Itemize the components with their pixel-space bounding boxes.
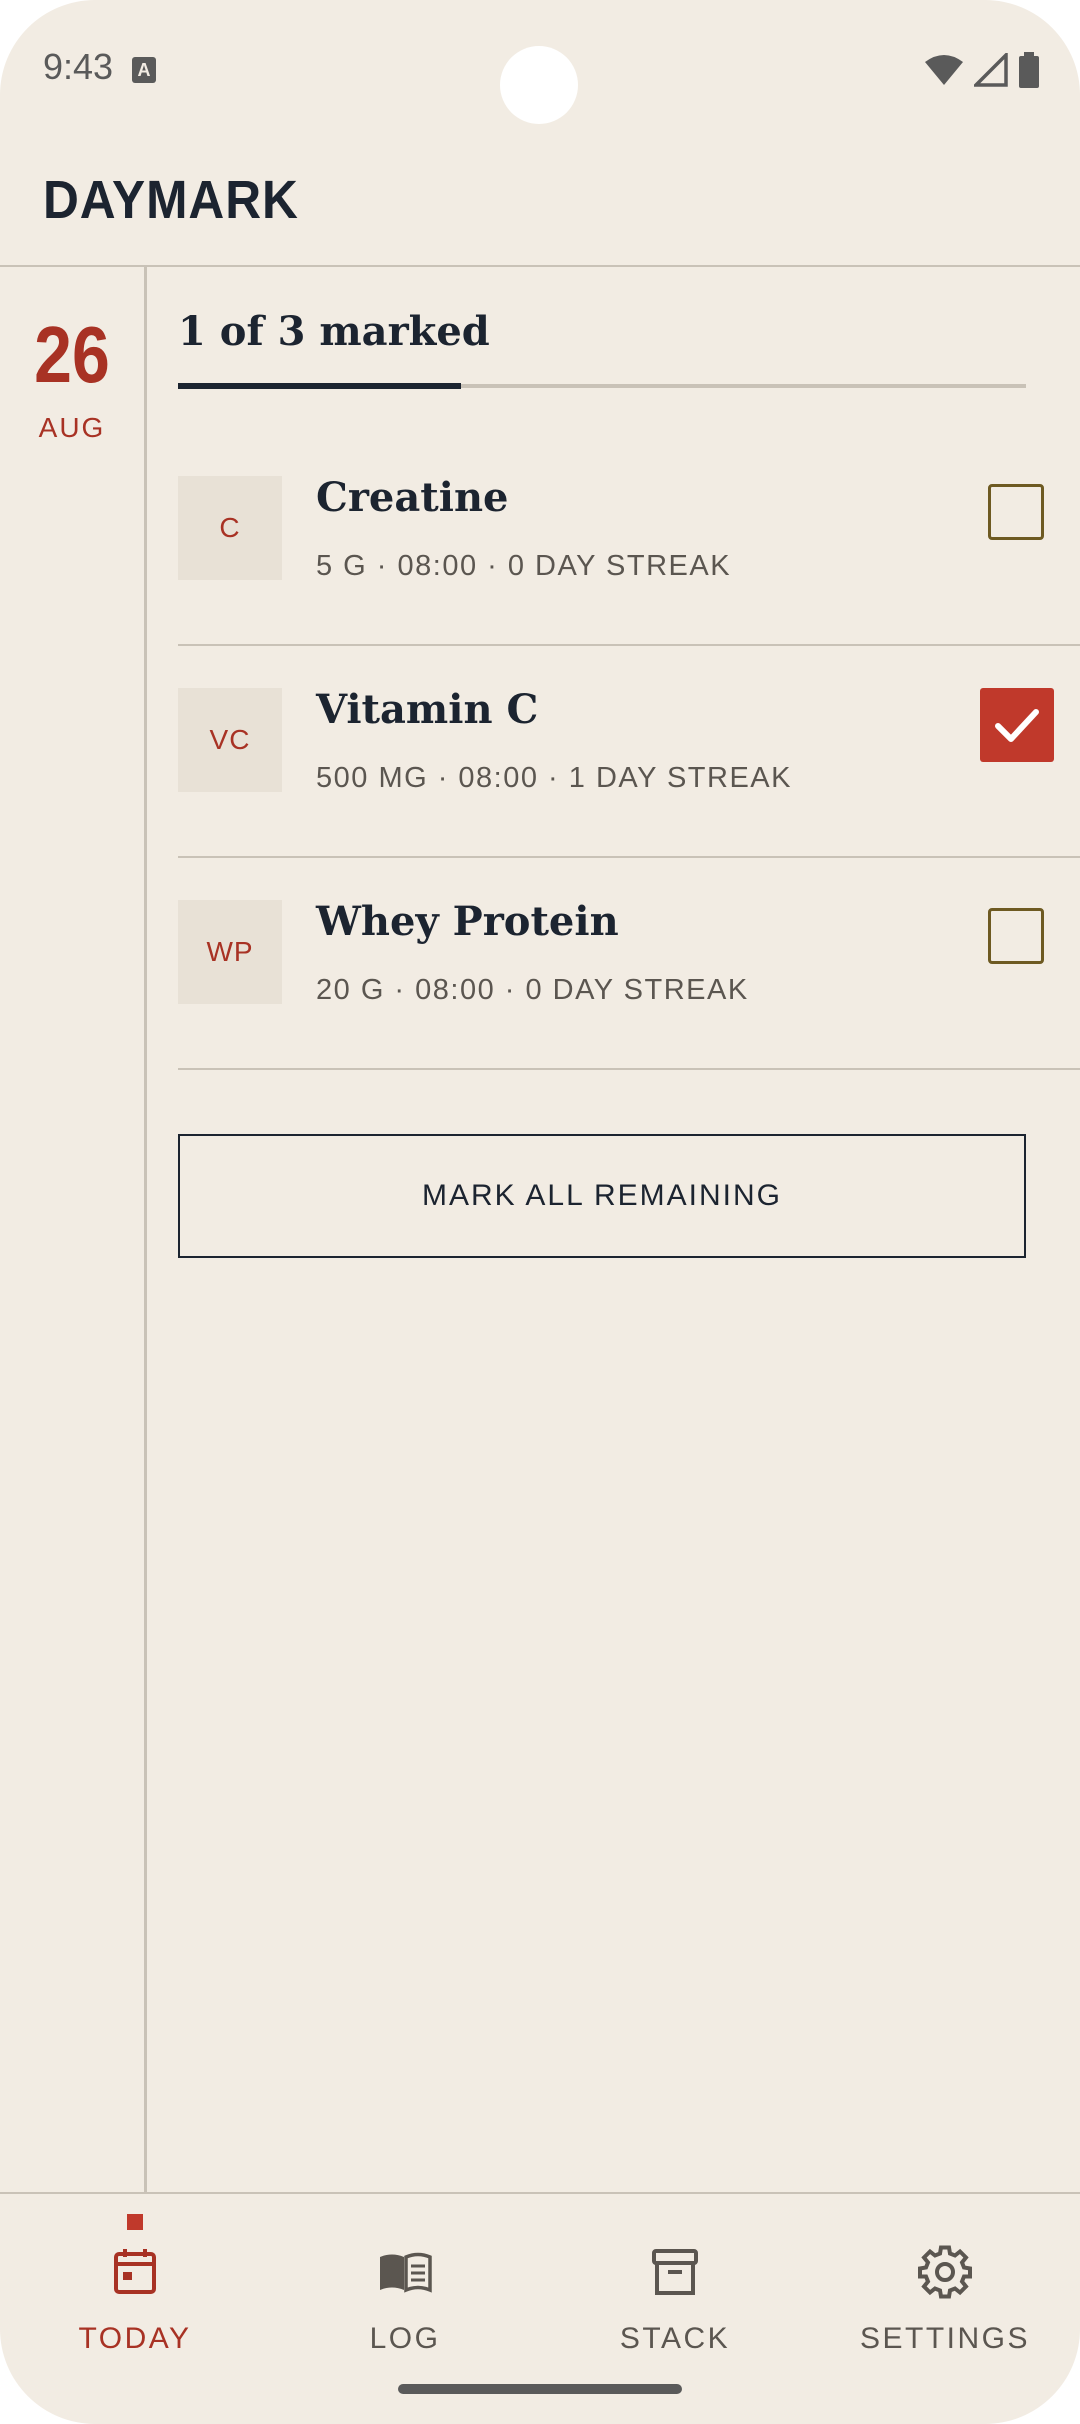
mark-checkbox[interactable]	[988, 908, 1044, 964]
nav-tab-stack[interactable]: STACK	[540, 2194, 810, 2374]
nav-tab-log[interactable]: LOG	[270, 2194, 540, 2374]
mark-checkbox-checked[interactable]	[980, 688, 1054, 762]
home-indicator[interactable]	[398, 2384, 682, 2394]
supplement-meta: 500 MG · 08:00 · 1 DAY STREAK	[316, 762, 792, 794]
nav-tab-today[interactable]: TODAY	[0, 2194, 270, 2374]
status-bar: 9:43 A	[0, 0, 1080, 140]
supplement-badge: C	[178, 476, 282, 580]
supplement-item-vitamin-c[interactable]: VC Vitamin C 500 MG · 08:00 · 1 DAY STRE…	[178, 646, 1080, 858]
gear-icon	[918, 2245, 972, 2299]
app-header: DAYMARK	[0, 140, 1080, 267]
nav-label: LOG	[369, 2322, 441, 2355]
phone-screen: 9:43 A DAYMARK 26 AUG 1 of 3 marked C Cr…	[0, 0, 1080, 2424]
date-day: 26	[34, 310, 110, 399]
system-icons	[924, 50, 1040, 90]
supplement-badge: WP	[178, 900, 282, 1004]
progress-bar-fill	[178, 383, 461, 389]
progress-label: 1 of 3 marked	[178, 308, 490, 355]
supplement-meta: 5 G · 08:00 · 0 DAY STREAK	[316, 550, 732, 582]
nav-label: SETTINGS	[859, 2322, 1030, 2355]
supplement-name: Creatine	[316, 474, 509, 521]
mark-checkbox[interactable]	[988, 484, 1044, 540]
supplement-badge: VC	[178, 688, 282, 792]
calendar-icon	[114, 2249, 156, 2294]
active-indicator	[127, 2214, 143, 2230]
checkmark-icon	[995, 709, 1039, 742]
supplement-item-whey-protein[interactable]: WP Whey Protein 20 G · 08:00 · 0 DAY STR…	[178, 858, 1080, 1070]
archive-box-icon	[652, 2249, 698, 2295]
camera-cutout	[500, 46, 578, 124]
supplement-item-creatine[interactable]: C Creatine 5 G · 08:00 · 0 DAY STREAK	[178, 434, 1080, 646]
nav-label: STACK	[619, 2322, 731, 2355]
date-rail: 26 AUG	[0, 267, 147, 2192]
progress-bar	[178, 383, 1026, 389]
a-notification-icon: A	[132, 57, 156, 83]
wifi-icon	[925, 55, 963, 85]
book-icon	[380, 2252, 432, 2293]
status-time: 9:43	[43, 46, 114, 87]
nav-label: TODAY	[78, 2322, 192, 2355]
mark-all-remaining-button[interactable]: MARK ALL REMAINING	[178, 1134, 1026, 1258]
supplement-name: Vitamin C	[316, 686, 539, 733]
date-month: AUG	[38, 412, 106, 443]
app-title: DAYMARK	[43, 170, 299, 230]
signal-icon	[974, 53, 1008, 87]
supplement-meta: 20 G · 08:00 · 0 DAY STREAK	[316, 974, 749, 1006]
battery-icon	[1019, 52, 1039, 88]
nav-tab-settings[interactable]: SETTINGS	[810, 2194, 1080, 2374]
supplement-name: Whey Protein	[316, 898, 619, 945]
